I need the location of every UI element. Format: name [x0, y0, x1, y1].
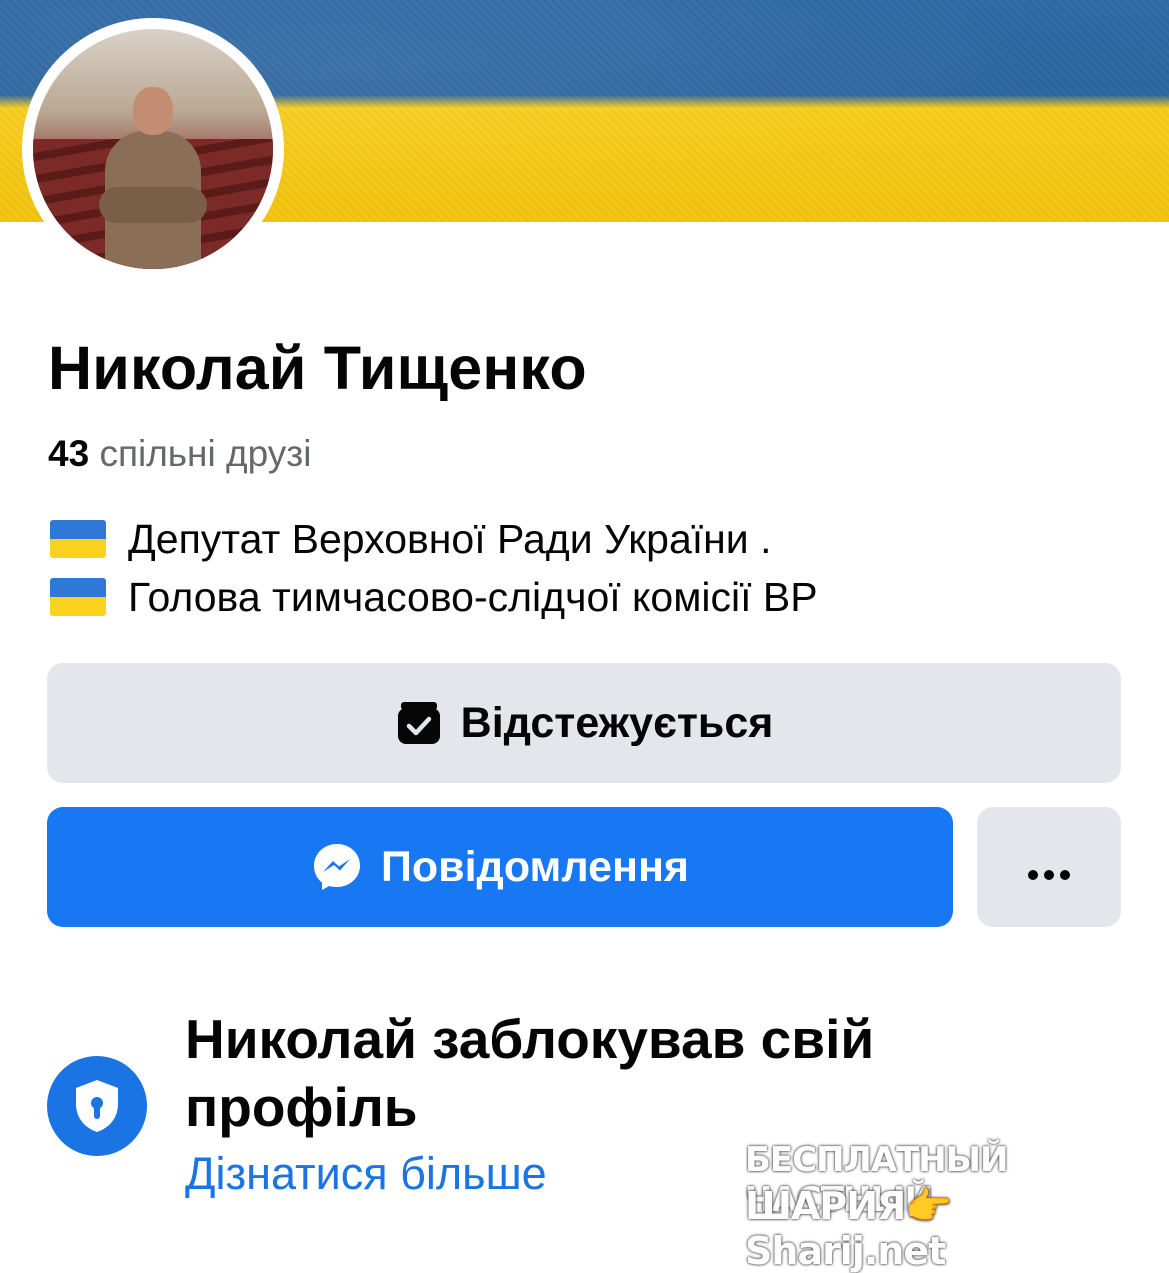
message-button[interactable]: Повідомлення [47, 807, 953, 927]
mutual-friends-label: спільні друзі [99, 433, 312, 474]
ukraine-flag-icon [50, 578, 106, 616]
locked-profile-title: Николай заблокував свій профіль [185, 1008, 875, 1138]
bio-text: Голова тимчасово-слідчої комісії ВР [128, 573, 818, 620]
following-label: Відстежується [460, 698, 774, 747]
bio-text: Депутат Верховної Ради України . [128, 515, 772, 562]
messenger-icon [311, 841, 363, 893]
mutual-friends-count: 43 [48, 433, 90, 474]
ukraine-flag-icon [50, 520, 106, 558]
watermark: БЕСПЛАТНЫЙ ЧАСТНЫЙ ШАРИЯ👉Sharij.net [745, 1140, 1145, 1273]
avatar-photo [33, 29, 273, 269]
following-button[interactable]: Відстежується [47, 663, 1121, 783]
profile-name: Николай Тищенко [48, 334, 587, 402]
message-label: Повідомлення [380, 842, 690, 891]
avatar-person [99, 87, 207, 269]
more-dots-icon [1027, 843, 1071, 892]
profile-avatar[interactable] [22, 18, 284, 280]
bio-line: Голова тимчасово-слідчої комісії ВР [50, 568, 818, 626]
mutual-friends[interactable]: 43 спільні друзі [48, 433, 311, 475]
watermark-line-2: ШАРИЯ👉Sharij.net [745, 1184, 953, 1273]
shield-lock-icon [47, 1056, 147, 1156]
more-options-button[interactable] [977, 807, 1121, 927]
profile-bio: Депутат Верховної Ради України . Голова … [50, 510, 818, 626]
following-check-icon [395, 700, 443, 746]
learn-more-link[interactable]: Дізнатися більше [185, 1148, 547, 1200]
bio-line: Депутат Верховної Ради України . [50, 510, 818, 568]
